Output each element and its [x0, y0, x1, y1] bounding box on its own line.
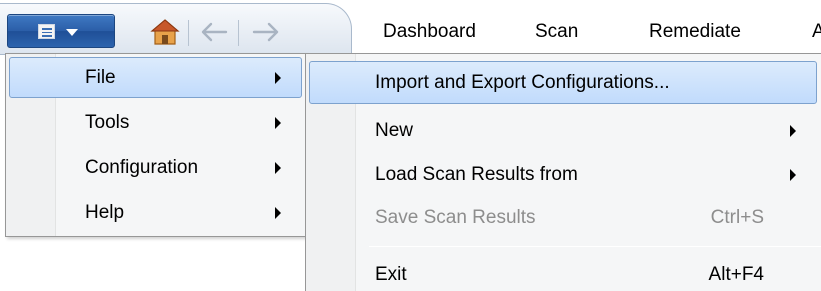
shortcut-label: Ctrl+S [710, 207, 764, 228]
menu-item-file[interactable]: File [9, 57, 302, 98]
menu-item-new[interactable]: New [309, 109, 817, 152]
submenu-arrow-icon [275, 117, 281, 129]
menu-item-exit[interactable]: Exit Alt+F4 [309, 253, 817, 291]
file-submenu: Import and Export Configurations... New … [305, 53, 821, 291]
menu-separator [369, 246, 821, 247]
menu-item-label: Load Scan Results from [375, 164, 578, 185]
submenu-arrow-icon [275, 162, 281, 174]
submenu-arrow-icon [275, 72, 281, 84]
document-list-icon [38, 24, 55, 39]
menu-item-label: New [375, 120, 414, 141]
tab-dashboard[interactable]: Dashboard [383, 20, 476, 44]
menu-item-help[interactable]: Help [9, 192, 302, 233]
toolbar: Dashboard Scan Remediate A [0, 0, 821, 57]
tab-truncated[interactable]: A [812, 20, 821, 44]
toolbar-separator [238, 20, 239, 46]
forward-arrow-icon[interactable] [248, 19, 284, 45]
menu-item-label: Import and Export Configurations... [375, 72, 670, 93]
menu-item-configuration[interactable]: Configuration [9, 147, 302, 188]
back-arrow-icon[interactable] [196, 19, 232, 45]
menu-item-load-scan-results[interactable]: Load Scan Results from [309, 153, 817, 196]
caret-down-icon [66, 29, 78, 36]
menu-item-label: Exit [375, 264, 407, 285]
menu-item-label: File [85, 67, 116, 88]
app-menu-button[interactable] [7, 14, 115, 48]
menu-item-save-scan-results: Save Scan Results Ctrl+S [309, 196, 817, 239]
menu-item-tools[interactable]: Tools [9, 102, 302, 143]
app-menu-dropdown: File Tools Configuration Help [5, 53, 306, 237]
tab-scan[interactable]: Scan [535, 20, 578, 44]
shortcut-label: Alt+F4 [708, 264, 764, 285]
quick-access-bar [0, 3, 352, 55]
toolbar-separator [188, 20, 189, 46]
application-window: Dashboard Scan Remediate A File Tools Co… [0, 0, 821, 291]
menu-item-import-export[interactable]: Import and Export Configurations... [309, 61, 817, 104]
home-icon[interactable] [150, 18, 180, 46]
submenu-arrow-icon [790, 125, 796, 137]
submenu-arrow-icon [790, 169, 796, 181]
submenu-arrow-icon [275, 207, 281, 219]
menu-item-label: Tools [85, 112, 130, 133]
tab-remediate[interactable]: Remediate [649, 20, 741, 44]
menu-item-label: Configuration [85, 157, 199, 178]
menu-item-label: Save Scan Results [375, 207, 536, 228]
menu-item-label: Help [85, 202, 125, 223]
